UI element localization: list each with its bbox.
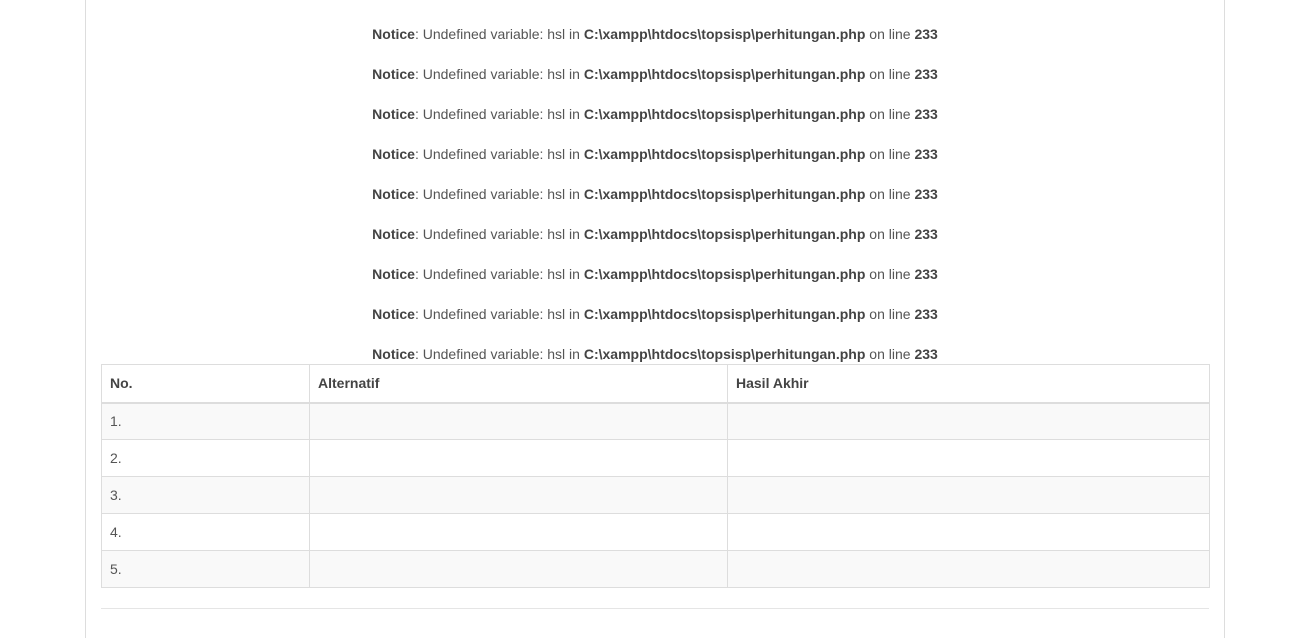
cell-no: 2. [101, 439, 310, 477]
notice-message: : Undefined variable: hsl in [414, 306, 584, 322]
column-header-no: No. [101, 364, 310, 404]
php-notice-list: Notice: Undefined variable: hsl in C:\xa… [86, 26, 1224, 386]
notice-line-number: 233 [914, 186, 938, 202]
notice-file: C:\xampp\htdocs\topsisp\perhitungan.php [583, 66, 866, 82]
notice-on-line: on line [865, 186, 915, 202]
table-row: 3. [101, 476, 1210, 514]
cell-hasil-akhir [727, 550, 1210, 588]
notice-line-number: 233 [914, 146, 938, 162]
notice-label: Notice [372, 26, 415, 42]
table-row: 1. [101, 402, 1210, 440]
php-notice: Notice: Undefined variable: hsl in C:\xa… [86, 106, 1224, 146]
cell-alternatif [309, 402, 728, 440]
notice-file: C:\xampp\htdocs\topsisp\perhitungan.php [583, 226, 866, 242]
php-notice: Notice: Undefined variable: hsl in C:\xa… [86, 26, 1224, 66]
php-notice: Notice: Undefined variable: hsl in C:\xa… [86, 146, 1224, 186]
notice-label: Notice [372, 186, 415, 202]
table-body: 1. 2. 3. 4. 5. [101, 402, 1210, 588]
notice-message: : Undefined variable: hsl in [414, 106, 584, 122]
cell-hasil-akhir [727, 476, 1210, 514]
php-notice: Notice: Undefined variable: hsl in C:\xa… [86, 306, 1224, 346]
php-notice: Notice: Undefined variable: hsl in C:\xa… [86, 226, 1224, 266]
php-notice: Notice: Undefined variable: hsl in C:\xa… [86, 186, 1224, 226]
notice-label: Notice [372, 106, 415, 122]
notice-label: Notice [372, 306, 415, 322]
notice-message: : Undefined variable: hsl in [414, 186, 584, 202]
notice-label: Notice [372, 66, 415, 82]
cell-alternatif [309, 513, 728, 551]
notice-file: C:\xampp\htdocs\topsisp\perhitungan.php [583, 106, 866, 122]
notice-file: C:\xampp\htdocs\topsisp\perhitungan.php [583, 306, 866, 322]
notice-line-number: 233 [914, 106, 938, 122]
notice-file: C:\xampp\htdocs\topsisp\perhitungan.php [583, 146, 866, 162]
notice-line-number: 233 [914, 26, 938, 42]
cell-alternatif [309, 439, 728, 477]
cell-no: 3. [101, 476, 310, 514]
table-header: No. Alternatif Hasil Akhir [101, 364, 1210, 404]
notice-label: Notice [372, 346, 415, 362]
notice-message: : Undefined variable: hsl in [414, 226, 584, 242]
notice-message: : Undefined variable: hsl in [414, 346, 584, 362]
notice-file: C:\xampp\htdocs\topsisp\perhitungan.php [583, 266, 866, 282]
php-notice: Notice: Undefined variable: hsl in C:\xa… [86, 66, 1224, 106]
notice-message: : Undefined variable: hsl in [414, 26, 584, 42]
cell-no: 4. [101, 513, 310, 551]
cell-no: 5. [101, 550, 310, 588]
notice-on-line: on line [865, 266, 915, 282]
notice-line-number: 233 [914, 306, 938, 322]
notice-label: Notice [372, 226, 415, 242]
cell-hasil-akhir [727, 439, 1210, 477]
notice-on-line: on line [865, 306, 915, 322]
cell-alternatif [309, 476, 728, 514]
table-row: 2. [101, 439, 1210, 477]
cell-hasil-akhir [727, 513, 1210, 551]
notice-line-number: 233 [914, 226, 938, 242]
notice-line-number: 233 [914, 266, 938, 282]
cell-no: 1. [101, 402, 310, 440]
ranking-table: No. Alternatif Hasil Akhir 1. 2. 3. 4. 5… [101, 364, 1210, 588]
notice-line-number: 233 [914, 66, 938, 82]
notice-label: Notice [372, 146, 415, 162]
cell-alternatif [309, 550, 728, 588]
notice-on-line: on line [865, 26, 915, 42]
notice-file: C:\xampp\htdocs\topsisp\perhitungan.php [583, 26, 866, 42]
cell-hasil-akhir [727, 402, 1210, 440]
notice-on-line: on line [865, 146, 915, 162]
notice-line-number: 233 [914, 346, 938, 362]
table-row: 4. [101, 513, 1210, 551]
notice-message: : Undefined variable: hsl in [414, 66, 584, 82]
notice-file: C:\xampp\htdocs\topsisp\perhitungan.php [583, 186, 866, 202]
notice-on-line: on line [865, 106, 915, 122]
notice-on-line: on line [865, 226, 915, 242]
table-row: 5. [101, 550, 1210, 588]
notice-label: Notice [372, 266, 415, 282]
notice-file: C:\xampp\htdocs\topsisp\perhitungan.php [583, 346, 866, 362]
notice-on-line: on line [865, 66, 915, 82]
notice-on-line: on line [865, 346, 915, 362]
section-divider [101, 608, 1209, 609]
header-row: No. Alternatif Hasil Akhir [101, 364, 1210, 404]
notice-message: : Undefined variable: hsl in [414, 266, 584, 282]
php-notice: Notice: Undefined variable: hsl in C:\xa… [86, 266, 1224, 306]
column-header-alternatif: Alternatif [309, 364, 728, 404]
notice-message: : Undefined variable: hsl in [414, 146, 584, 162]
column-header-hasil-akhir: Hasil Akhir [727, 364, 1210, 404]
